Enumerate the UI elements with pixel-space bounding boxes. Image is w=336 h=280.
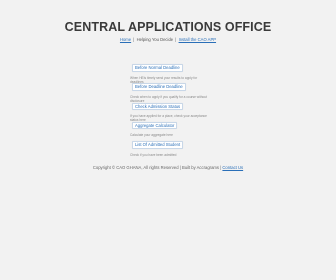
nav-separator: |	[133, 37, 135, 42]
service-item: Check Admission Status If you have appli…	[130, 95, 220, 122]
nav-link-home[interactable]: Home	[120, 37, 131, 42]
service-item: Before Deadline Deadline Check when to a…	[130, 75, 220, 103]
footer: Copyright © CAO GHANA, All rights Reserv…	[0, 165, 336, 170]
footer-contact-link[interactable]: Contact Us	[222, 165, 243, 170]
footer-copyright: Copyright © CAO GHANA, All rights Reserv…	[92, 165, 222, 170]
service-item: List Of Admitted Student Check if you ha…	[130, 133, 220, 157]
check-admission-status-button[interactable]: Check Admission Status	[132, 102, 184, 111]
nav-tagline: Helping You Decide	[136, 37, 174, 42]
before-normal-deadline-button[interactable]: Before Normal Deadline	[132, 64, 183, 72]
list-of-admitted-student-button[interactable]: List Of Admitted Student	[132, 141, 184, 149]
before-deadline-deadline-button[interactable]: Before Deadline Deadline	[132, 83, 186, 91]
top-nav: Home | Helping You Decide | Install the …	[0, 37, 336, 42]
nav-link-install-app[interactable]: Install the CAO APP	[179, 37, 216, 42]
page-title: CENTRAL APPLICATIONS OFFICE	[64, 20, 272, 34]
service-item: Before Normal Deadline When HEIs timely …	[130, 56, 220, 84]
service-item: Aggregate Calculator Calculate your aggr…	[130, 114, 220, 137]
aggregate-calculator-button[interactable]: Aggregate Calculator	[132, 121, 178, 130]
service-description: Check if you have been admitted	[130, 152, 177, 157]
nav-separator: |	[175, 37, 177, 42]
service-list: Before Normal Deadline When HEIs timely …	[130, 56, 220, 157]
